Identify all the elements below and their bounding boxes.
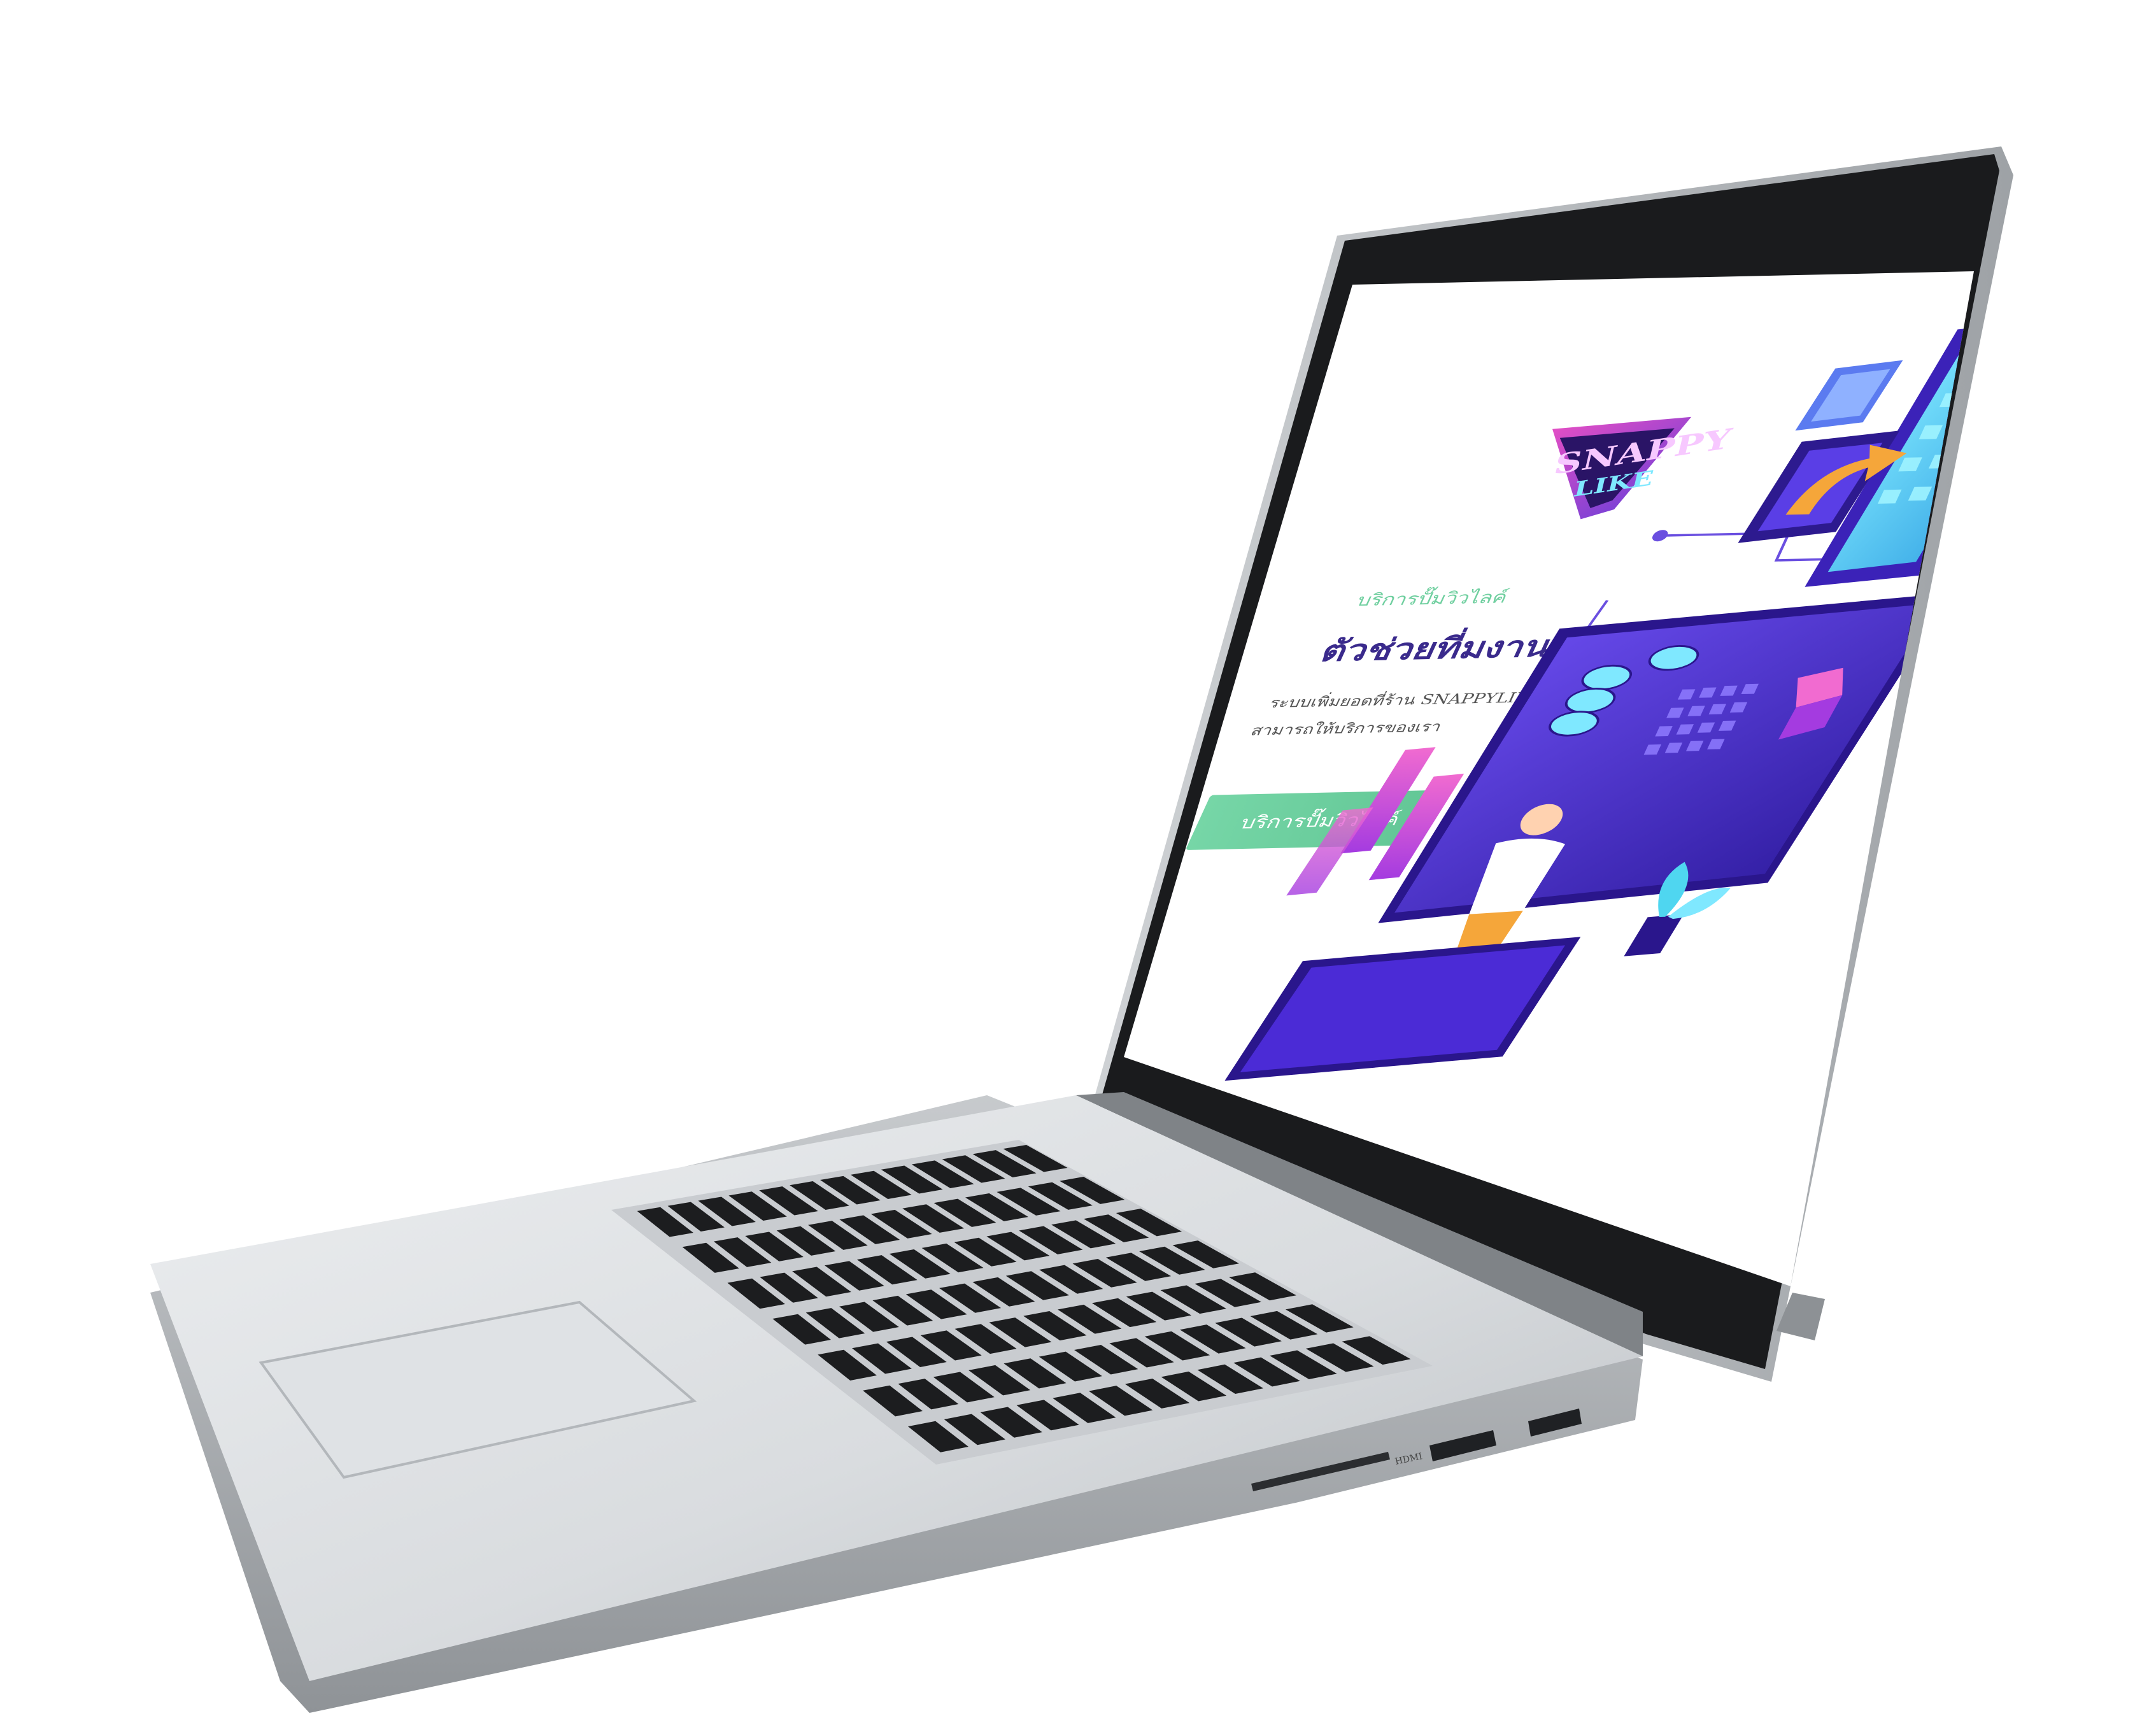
laptop-mockup-scene: SNAPPY LIKE บริการปั๊มวิวไลค์ ตัวช่วยที่…: [150, 146, 2156, 1713]
leaf-decoration: [1999, 292, 2156, 556]
envelope-icon: [2008, 466, 2133, 537]
